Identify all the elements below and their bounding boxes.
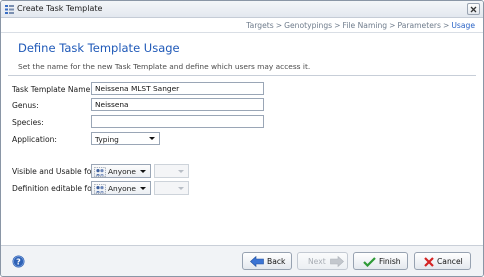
definition-editable-label: Definition editable for:: [12, 184, 98, 193]
page-subtitle: Set the name for the new Task Template a…: [18, 62, 311, 71]
application-label: Application:: [12, 135, 57, 144]
finish-button-label: Finish: [379, 257, 401, 266]
breadcrumb-step-parameters: Parameters: [397, 21, 441, 30]
header-divider: [1, 32, 483, 33]
visible-usable-dropdown[interactable]: Anyone: [91, 164, 151, 178]
next-button[interactable]: Next: [297, 252, 348, 270]
back-button-label: Back: [267, 257, 286, 266]
svg-text:?: ?: [16, 257, 21, 266]
breadcrumb-step-targets: Targets: [246, 21, 274, 30]
checkmark-icon: [363, 257, 376, 267]
finish-button[interactable]: Finish: [353, 252, 408, 270]
users-icon: [94, 183, 106, 196]
title-bar[interactable]: Create Task Template: [1, 1, 483, 18]
arrow-right-icon: [330, 256, 344, 267]
template-name-input[interactable]: [91, 82, 264, 95]
visible-usable-group-dropdown[interactable]: [154, 164, 189, 178]
definition-editable-group-dropdown[interactable]: [154, 181, 189, 195]
app-icon: [5, 5, 14, 14]
species-input[interactable]: [91, 115, 264, 128]
visible-usable-value: Anyone: [108, 167, 136, 176]
application-value: Typing: [95, 134, 119, 144]
chevron-down-icon: [140, 170, 146, 173]
back-button[interactable]: Back: [242, 252, 292, 270]
help-icon: ?: [12, 255, 25, 268]
breadcrumb-step-file-naming: File Naming: [342, 21, 388, 30]
chevron-down-icon: [178, 187, 184, 190]
chevron-down-icon: [178, 170, 184, 173]
close-icon: [470, 6, 477, 13]
chevron-down-icon: [140, 187, 146, 190]
dialog-footer: ? Back Next Finish Cancel: [1, 245, 483, 276]
next-button-label: Next: [308, 257, 326, 266]
cancel-button[interactable]: Cancel: [414, 252, 471, 270]
application-dropdown[interactable]: Typing: [91, 132, 160, 145]
template-name-label: Task Template Name:: [12, 85, 93, 94]
breadcrumb-separator: >: [389, 21, 396, 30]
visible-usable-label: Visible and Usable for:: [12, 167, 97, 176]
breadcrumb-step-usage: Usage: [451, 21, 475, 30]
cancel-button-label: Cancel: [437, 257, 463, 266]
close-button[interactable]: [467, 3, 480, 15]
page-title: Define Task Template Usage: [18, 41, 180, 55]
chevron-down-icon: [149, 137, 155, 140]
users-icon: [94, 166, 106, 179]
species-label: Species:: [12, 118, 44, 127]
cancel-x-icon: [424, 257, 434, 267]
wizard-breadcrumb: Targets > Genotypings > File Naming > Paramete…: [246, 21, 475, 30]
breadcrumb-separator: >: [442, 21, 450, 30]
dialog-window: Create Task Template Targets > Genotypings…: [0, 0, 484, 277]
genus-label: Genus:: [12, 101, 39, 110]
window-title: Create Task Template: [17, 4, 103, 13]
breadcrumb-separator: >: [275, 21, 283, 30]
genus-input[interactable]: [91, 98, 264, 111]
help-button[interactable]: ?: [12, 255, 25, 268]
breadcrumb-separator: >: [334, 21, 341, 30]
definition-editable-value: Anyone: [108, 184, 136, 193]
content-divider: [8, 75, 476, 76]
arrow-left-icon: [250, 256, 264, 267]
definition-editable-dropdown[interactable]: Anyone: [91, 181, 151, 195]
breadcrumb-step-genotypings: Genotypings: [284, 21, 333, 30]
